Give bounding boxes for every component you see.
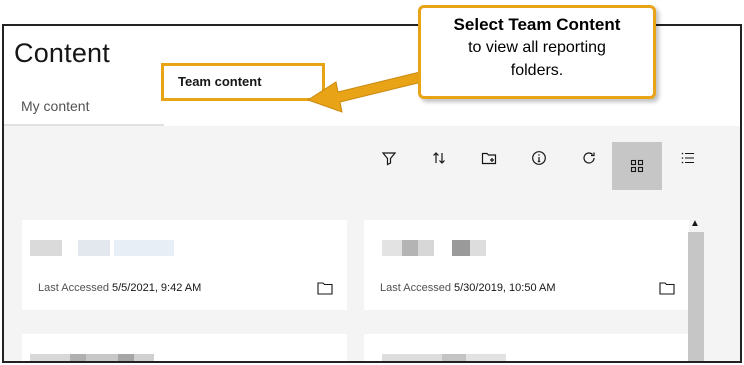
page-title: Content (14, 38, 110, 68)
redacted-title (70, 354, 86, 361)
list-view-icon[interactable] (678, 148, 698, 168)
filter-icon[interactable] (379, 148, 399, 168)
refresh-icon[interactable] (579, 148, 599, 168)
redacted-title (452, 240, 470, 256)
redacted-title (466, 354, 506, 361)
redacted-title (382, 240, 402, 256)
new-folder-icon[interactable] (479, 148, 499, 168)
redacted-title (78, 240, 110, 256)
scrollbar[interactable]: ▲ (688, 218, 704, 361)
redacted-title (134, 354, 154, 361)
folder-icon (659, 282, 675, 295)
content-card[interactable]: Last Accessed 5/5/2021, 9:42 AM (22, 220, 347, 310)
scroll-up-icon[interactable]: ▲ (690, 218, 700, 229)
redacted-title (86, 354, 118, 361)
scrollbar-thumb[interactable] (688, 232, 704, 361)
redacted-title (30, 240, 62, 256)
grid-view-button[interactable] (612, 142, 662, 190)
callout-line-2: folders. (510, 62, 564, 79)
info-icon[interactable] (529, 148, 549, 168)
content-card[interactable]: Last Accessed 5/30/2019, 10:50 AM (364, 220, 689, 310)
callout-box: Select Team Content to view all reportin… (418, 5, 656, 99)
content-card[interactable] (22, 334, 347, 361)
redacted-title (418, 240, 434, 256)
content-card[interactable] (364, 334, 689, 361)
redacted-title (118, 354, 134, 361)
redacted-title (442, 354, 466, 361)
redacted-title (30, 354, 70, 361)
last-accessed: Last Accessed 5/30/2019, 10:50 AM (380, 282, 556, 294)
last-accessed: Last Accessed 5/5/2021, 9:42 AM (38, 282, 202, 294)
grid-view-icon (627, 156, 647, 176)
content-area: Last Accessed 5/5/2021, 9:42 AM Last Acc… (4, 126, 740, 361)
sort-icon[interactable] (429, 148, 449, 168)
callout-line-1: to view all reporting (468, 39, 606, 56)
redacted-title (402, 240, 418, 256)
tab-team-content[interactable]: Team content (178, 74, 262, 89)
redacted-title (382, 354, 442, 361)
folder-icon (317, 282, 333, 295)
redacted-title (470, 240, 486, 256)
callout-headline: Select Team Content (453, 15, 621, 34)
tab-my-content[interactable]: My content (21, 98, 89, 114)
redacted-title (114, 240, 174, 256)
